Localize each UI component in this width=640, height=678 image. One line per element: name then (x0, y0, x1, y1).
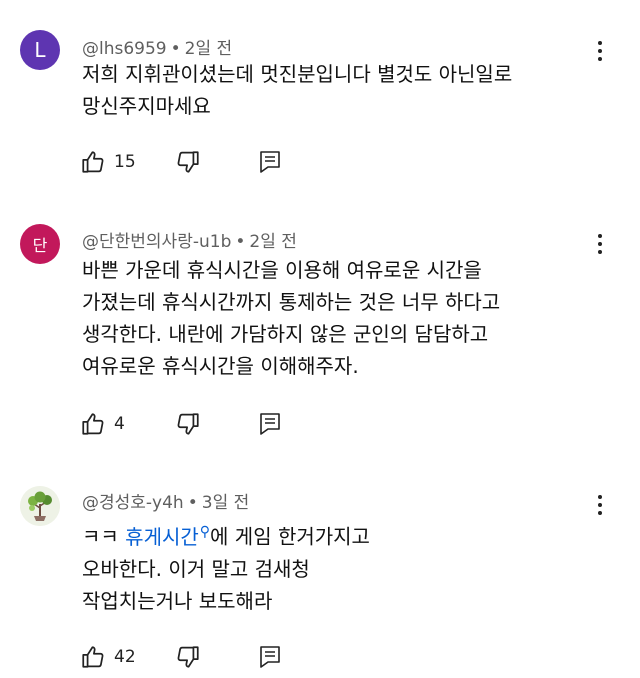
comment-line: 작업치는거나 보도해라 (82, 588, 273, 613)
avatar[interactable] (20, 486, 60, 526)
avatar-letter: 단 (32, 236, 48, 255)
comment-time[interactable]: 3일 전 (202, 493, 250, 513)
comment-line: 가졌는데 휴식시간까지 통제하는 것은 너무 하다고 (82, 290, 501, 314)
comment-line: 여유로운 휴식시간을 이해해주자. (82, 354, 359, 378)
meta-separator: • (170, 39, 181, 59)
tree-avatar-icon (20, 486, 60, 526)
dislike-button[interactable] (175, 410, 201, 438)
comment-text: ㅋㅋ 휴게시간⚲에 게임 한거가지고 오바한다. 이거 말고 검새청 작업치는거… (82, 516, 370, 617)
thumbs-down-icon (177, 151, 199, 173)
reply-icon (260, 646, 280, 668)
like-button[interactable]: 42 (80, 643, 136, 671)
thumbs-down-icon (177, 413, 199, 435)
meta-separator: • (187, 493, 198, 513)
like-button[interactable]: 4 (80, 410, 125, 438)
like-count: 15 (114, 152, 136, 172)
comment-meta: @경성호-y4h • 3일 전 (82, 488, 249, 513)
comment-text: 저희 지휘관이셨는데 멋진분입니다 별것도 아닌일로 망신주지마세요 (82, 58, 512, 122)
comment-text: 바쁜 가운데 휴식시간을 이용해 여유로운 시간을 가졌는데 휴식시간까지 통제… (82, 254, 500, 382)
comment-line: 저희 지휘관이셨는데 멋진분입니다 별것도 아닌일로 (82, 62, 513, 86)
thumbs-up-icon (82, 413, 104, 435)
dislike-button[interactable] (175, 148, 201, 176)
comment-text-suffix: 에 게임 한거가지고 (210, 524, 370, 549)
reply-icon (260, 151, 280, 173)
comment-line: 망신주지마세요 (82, 94, 211, 118)
comment-text-prefix: ㅋㅋ (82, 524, 126, 549)
like-button[interactable]: 15 (80, 148, 136, 176)
search-link[interactable]: 휴게시간⚲ (125, 524, 211, 549)
comment-username[interactable]: @lhs6959 (82, 39, 167, 59)
comment-line: 오바한다. 이거 말고 검새청 (82, 556, 310, 581)
meta-separator: • (235, 232, 246, 252)
comment-line: ㅋㅋ 휴게시간⚲에 게임 한거가지고 (82, 516, 370, 553)
like-count: 42 (114, 647, 136, 667)
comment-username[interactable]: @경성호-y4h (82, 493, 184, 513)
comment-actions: 15 (80, 148, 340, 176)
thumbs-down-icon (177, 646, 199, 668)
more-options-icon[interactable] (590, 492, 610, 518)
like-count: 4 (114, 414, 125, 434)
dislike-button[interactable] (175, 643, 201, 671)
search-link-label: 휴게시간 (125, 524, 199, 549)
avatar-letter: L (34, 38, 46, 62)
reply-button[interactable] (258, 410, 282, 438)
comment-time[interactable]: 2일 전 (249, 232, 297, 252)
reply-button[interactable] (258, 148, 282, 176)
avatar[interactable]: 단 (20, 224, 60, 264)
search-icon: ⚲ (199, 524, 211, 540)
reply-button[interactable] (258, 643, 282, 671)
comment-time[interactable]: 2일 전 (185, 39, 233, 59)
comment-meta: @lhs6959 • 2일 전 (82, 34, 232, 59)
more-options-icon[interactable] (590, 231, 610, 257)
comment-line: 바쁜 가운데 휴식시간을 이용해 여유로운 시간을 (82, 258, 482, 282)
comment-meta: @단한번의사랑-u1b • 2일 전 (82, 227, 297, 252)
thumbs-up-icon (82, 151, 104, 173)
reply-icon (260, 413, 280, 435)
comment-line: 생각한다. 내란에 가담하지 않은 군인의 담담하고 (82, 322, 489, 346)
comment-actions: 4 (80, 410, 340, 438)
comment-actions: 42 (80, 643, 340, 671)
avatar[interactable]: L (20, 30, 60, 70)
more-options-icon[interactable] (590, 38, 610, 64)
comment-username[interactable]: @단한번의사랑-u1b (82, 232, 231, 252)
thumbs-up-icon (82, 646, 104, 668)
